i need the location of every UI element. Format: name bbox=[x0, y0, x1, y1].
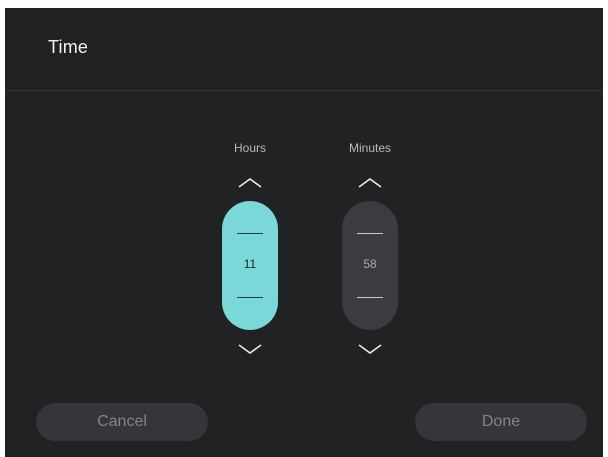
minutes-stepper[interactable]: 58 bbox=[342, 201, 398, 330]
hours-value: 11 bbox=[243, 257, 257, 271]
done-button[interactable]: Done bbox=[415, 403, 587, 441]
dialog-title: Time bbox=[48, 37, 89, 57]
dialog-header: Time bbox=[5, 8, 603, 91]
hours-decrease-chevron-down-icon[interactable] bbox=[236, 341, 264, 357]
hours-stepper-top-line bbox=[237, 233, 263, 234]
minutes-increase-chevron-up-icon[interactable] bbox=[356, 175, 384, 191]
minutes-label: Minutes bbox=[348, 141, 392, 155]
hours-stepper-bottom-line bbox=[237, 297, 263, 298]
hours-stepper[interactable]: 11 bbox=[222, 201, 278, 330]
cancel-button[interactable]: Cancel bbox=[36, 403, 208, 441]
minutes-value: 58 bbox=[363, 257, 377, 271]
time-picker-dialog: Time Hours 11 Minutes 58 Cancel Done bbox=[5, 8, 603, 457]
hours-increase-chevron-up-icon[interactable] bbox=[236, 175, 264, 191]
hours-label: Hours bbox=[233, 141, 266, 155]
minutes-stepper-top-line bbox=[357, 233, 383, 234]
minutes-stepper-bottom-line bbox=[357, 297, 383, 298]
minutes-decrease-chevron-down-icon[interactable] bbox=[356, 341, 384, 357]
